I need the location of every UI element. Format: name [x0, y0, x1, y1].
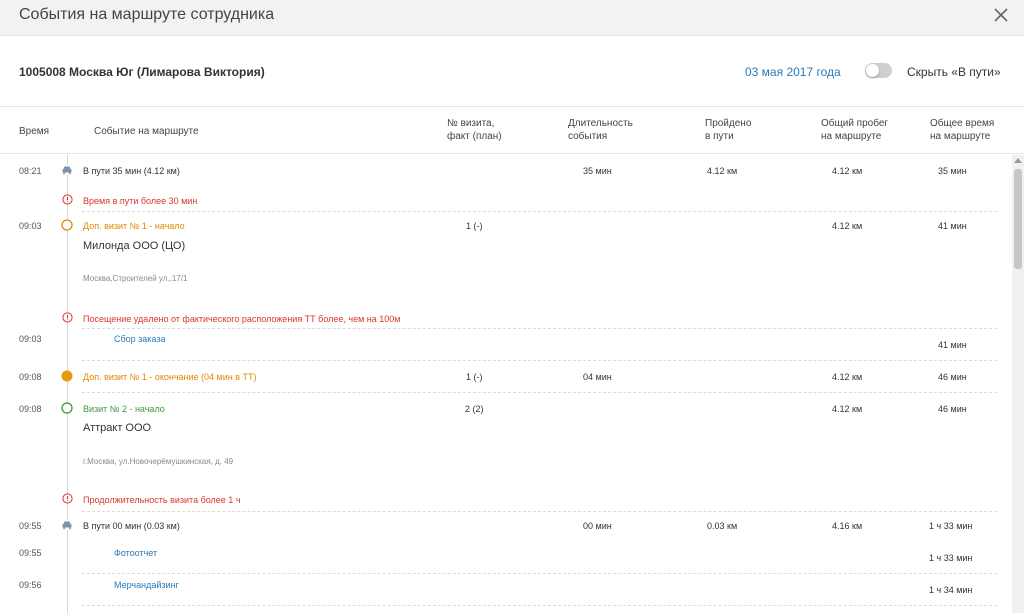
row-duration: 35 мин [583, 166, 612, 176]
row-event: Доп. визит № 1 - начало [83, 221, 185, 231]
row-visit-number: 1 (-) [466, 221, 483, 231]
row-time: 09:08 [19, 404, 42, 414]
row-total-time: 46 мин [938, 372, 967, 382]
toggle-knob [866, 64, 879, 77]
car-icon [62, 165, 72, 175]
col-duration: Длительность события [568, 117, 633, 143]
row-divider [82, 392, 997, 393]
warning-text: Продолжительность визита более 1 ч [83, 495, 241, 505]
photo-report-link[interactable]: Фотоотчет [114, 548, 157, 558]
events-table: 08:21 В пути 35 мин (4.12 км) 35 мин 4.1… [0, 155, 1012, 613]
row-mileage: 4.16 км [832, 521, 863, 531]
row-divider [82, 573, 997, 574]
row-event: В пути 00 мин (0.03 км) [83, 521, 180, 531]
vertical-scrollbar[interactable] [1012, 155, 1024, 613]
employee-name: 1005008 Москва Юг (Лимарова Виктория) [19, 65, 265, 79]
close-icon[interactable] [992, 6, 1010, 24]
col-total-line1: Общее время [930, 118, 995, 129]
col-visit: № визита, факт (план) [447, 117, 502, 143]
row-event: Визит № 2 - начало [83, 404, 165, 414]
warning-text: Время в пути более 30 мин [83, 196, 198, 206]
outlet-name: Милонда ООО (ЦО) [83, 240, 186, 252]
row-visit-number: 2 (2) [465, 404, 484, 414]
row-total-time: 41 мин [938, 340, 967, 350]
row-passed: 4.12 км [707, 166, 738, 176]
row-time: 09:55 [19, 548, 42, 558]
col-mileage: Общий пробег на маршруте [821, 117, 888, 143]
dialog-title: События на маршруте сотрудника [19, 6, 275, 23]
row-divider [82, 360, 997, 361]
row-time: 09:55 [19, 521, 42, 531]
row-mileage: 4.12 км [832, 404, 863, 414]
merchandising-link[interactable]: Мерчандайзинг [114, 580, 179, 590]
visit-end-icon [61, 370, 73, 382]
row-total-time: 1 ч 33 мин [929, 521, 973, 531]
warning-icon [62, 194, 73, 205]
outlet-address: Москва,Строителей ул.,17/1 [83, 274, 188, 283]
row-total-time: 41 мин [938, 221, 967, 231]
dialog-header: События на маршруте сотрудника [0, 0, 1024, 36]
col-time: Время [19, 126, 50, 137]
row-visit-number: 1 (-) [466, 372, 483, 382]
outlet-name: Аттракт ООО [83, 422, 152, 434]
hide-in-transit-label: Скрыть «В пути» [907, 65, 1001, 79]
row-total-time: 35 мин [938, 166, 967, 176]
row-duration: 04 мин [583, 372, 612, 382]
row-passed: 0.03 км [707, 521, 738, 531]
row-total-time: 46 мин [938, 404, 967, 414]
scroll-up-arrow-icon[interactable] [1014, 158, 1022, 163]
col-duration-line1: Длительность [568, 118, 633, 129]
col-visit-line1: № визита, [447, 118, 495, 129]
row-time: 09:03 [19, 334, 42, 344]
row-divider [82, 511, 997, 512]
car-icon [62, 520, 72, 530]
col-event: Событие на маршруте [94, 126, 199, 137]
col-mileage-line1: Общий пробег [821, 118, 889, 129]
order-collection-link[interactable]: Сбор заказа [114, 334, 165, 344]
row-duration: 00 мин [583, 521, 612, 531]
row-time: 09:56 [19, 580, 42, 590]
visit-start-icon [61, 402, 73, 414]
outlet-address: г.Москва, ул.Новочерёмушкинская, д. 49 [83, 457, 234, 466]
row-divider [82, 605, 997, 606]
row-total-time: 1 ч 34 мин [929, 585, 973, 595]
row-event: В пути 35 мин (4.12 км) [83, 166, 180, 176]
row-time: 09:03 [19, 221, 42, 231]
row-total-time: 1 ч 33 мин [929, 553, 973, 563]
col-visit-line2: факт (план) [447, 131, 502, 142]
warning-icon [62, 493, 73, 504]
col-duration-line2: события [568, 131, 608, 142]
hide-in-transit-toggle[interactable] [865, 63, 892, 78]
row-mileage: 4.12 км [832, 221, 863, 231]
table-header: Время Событие на маршруте № визита, факт … [0, 108, 1024, 154]
col-passed-line1: Пройдено [705, 118, 752, 129]
col-passed-line2: в пути [705, 131, 734, 142]
visit-start-icon [61, 219, 73, 231]
warning-icon [62, 312, 73, 323]
row-mileage: 4.12 км [832, 166, 863, 176]
row-time: 09:08 [19, 372, 42, 382]
date-picker-link[interactable]: 03 мая 2017 года [745, 65, 841, 79]
col-total-time: Общее время на маршруте [930, 117, 994, 143]
row-event: Доп. визит № 1 - окончание (04 мин в ТТ) [83, 372, 257, 382]
warning-text: Посещение удалено от фактического распол… [83, 314, 401, 324]
col-mileage-line2: на маршруте [821, 131, 882, 142]
row-divider [82, 328, 997, 329]
col-total-line2: на маршруте [930, 131, 991, 142]
col-passed: Пройдено в пути [705, 117, 751, 143]
route-summary: 1005008 Москва Юг (Лимарова Виктория) 03… [0, 37, 1024, 107]
row-mileage: 4.12 км [832, 372, 863, 382]
scrollbar-thumb[interactable] [1014, 169, 1022, 269]
row-divider [82, 211, 997, 212]
row-time: 08:21 [19, 166, 42, 176]
